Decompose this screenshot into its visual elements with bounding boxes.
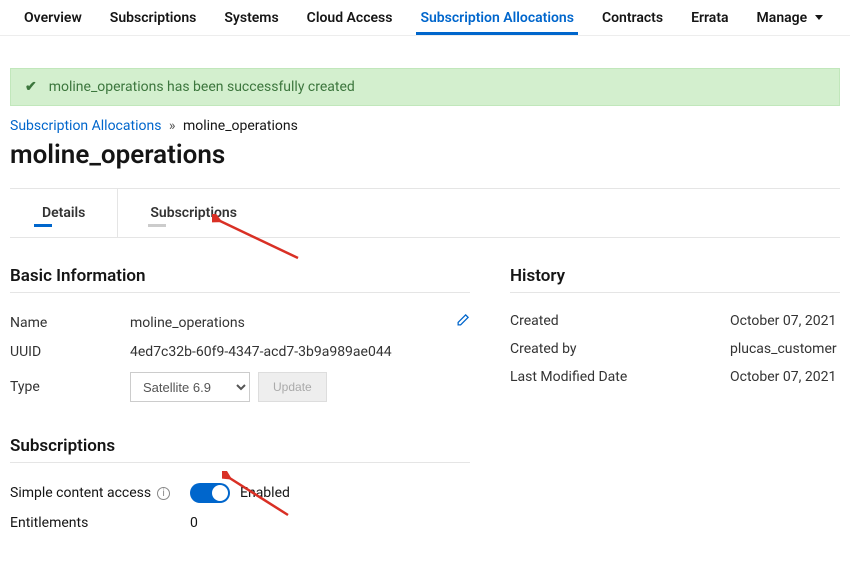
created-label: Created bbox=[510, 313, 730, 329]
nav-item-overview[interactable]: Overview bbox=[10, 2, 96, 34]
tab-subscriptions[interactable]: Subscriptions bbox=[118, 189, 269, 237]
alert-success: ✔ moline_operations has been successfull… bbox=[10, 68, 840, 106]
toggle-knob bbox=[212, 485, 228, 501]
created-value: October 07, 2021 bbox=[730, 313, 836, 329]
created-by-value: plucas_customer bbox=[730, 341, 837, 357]
entitlements-label: Entitlements bbox=[10, 515, 88, 531]
section-history: History bbox=[510, 266, 840, 293]
chevron-down-icon bbox=[815, 15, 823, 20]
nav-item-errata[interactable]: Errata bbox=[677, 2, 742, 34]
nav-item-manage-label: Manage bbox=[757, 10, 808, 26]
breadcrumb-separator: » bbox=[169, 118, 176, 134]
sca-label: Simple content access bbox=[10, 485, 151, 501]
alert-message: moline_operations has been successfully … bbox=[49, 79, 355, 95]
nav-item-subscriptions[interactable]: Subscriptions bbox=[96, 2, 211, 34]
info-icon[interactable]: i bbox=[157, 487, 170, 500]
nav-item-contracts[interactable]: Contracts bbox=[588, 2, 677, 34]
section-subscriptions: Subscriptions bbox=[10, 436, 470, 463]
name-label: Name bbox=[10, 315, 130, 331]
tabs: Details Subscriptions bbox=[10, 188, 840, 238]
section-basic-information: Basic Information bbox=[10, 266, 470, 293]
uuid-label: UUID bbox=[10, 344, 130, 360]
breadcrumb-leaf: moline_operations bbox=[183, 118, 298, 134]
uuid-value: 4ed7c32b-60f9-4347-acd7-3b9a989ae044 bbox=[130, 344, 392, 360]
last-modified-value: October 07, 2021 bbox=[730, 369, 836, 385]
nav-item-systems[interactable]: Systems bbox=[210, 2, 292, 34]
edit-icon[interactable] bbox=[455, 313, 470, 332]
name-value: moline_operations bbox=[130, 315, 245, 331]
check-icon: ✔ bbox=[25, 79, 37, 95]
type-label: Type bbox=[10, 379, 130, 395]
nav-item-cloud-access[interactable]: Cloud Access bbox=[293, 2, 407, 34]
type-select[interactable]: Satellite 6.9 bbox=[130, 372, 250, 402]
entitlements-value: 0 bbox=[190, 515, 198, 531]
nav-item-subscription-allocations[interactable]: Subscription Allocations bbox=[406, 2, 588, 34]
sca-toggle[interactable] bbox=[190, 483, 230, 503]
top-nav: Overview Subscriptions Systems Cloud Acc… bbox=[0, 0, 850, 36]
nav-item-manage[interactable]: Manage bbox=[743, 2, 837, 34]
page-title: moline_operations bbox=[10, 140, 840, 170]
sca-state: Enabled bbox=[240, 485, 290, 501]
last-modified-label: Last Modified Date bbox=[510, 369, 730, 385]
created-by-label: Created by bbox=[510, 341, 730, 357]
tab-details[interactable]: Details bbox=[10, 189, 118, 237]
breadcrumb-root[interactable]: Subscription Allocations bbox=[10, 118, 161, 134]
update-button[interactable]: Update bbox=[258, 372, 327, 402]
breadcrumb: Subscription Allocations » moline_operat… bbox=[10, 118, 840, 134]
